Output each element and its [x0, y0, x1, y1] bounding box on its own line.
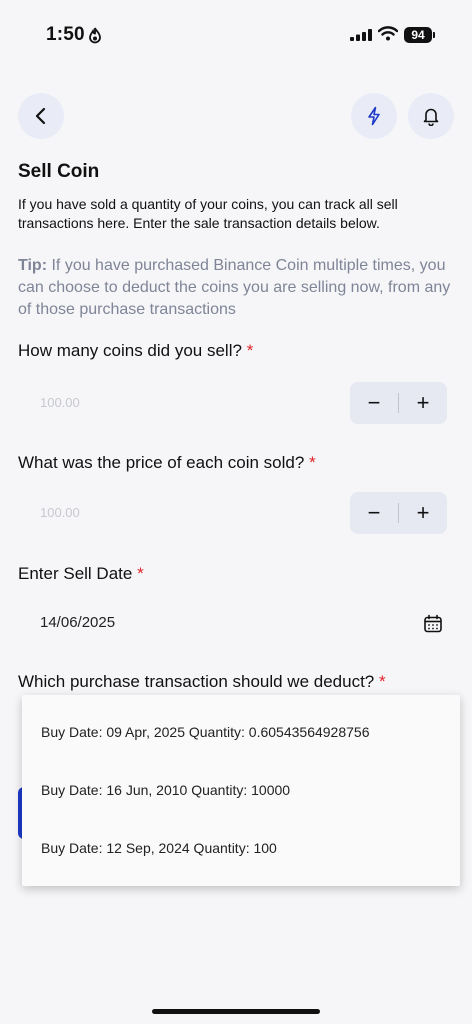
- quick-action-button[interactable]: [351, 93, 397, 139]
- notifications-button[interactable]: [408, 93, 454, 139]
- sell-date-label: Enter Sell Date *: [18, 564, 144, 584]
- wifi-icon: [378, 26, 398, 41]
- required-mark: *: [246, 341, 254, 360]
- back-icon: [35, 107, 46, 125]
- deduct-label-text: Which purchase transaction should we ded…: [18, 672, 375, 691]
- coins-decrement-button[interactable]: −: [350, 382, 398, 424]
- dropdown-option[interactable]: Buy Date: 09 Apr, 2025 Quantity: 0.60543…: [41, 724, 369, 740]
- coins-sold-label-text: How many coins did you sell?: [18, 341, 242, 360]
- bell-icon: [423, 108, 439, 126]
- home-indicator: [152, 1009, 320, 1014]
- coins-sold-label: How many coins did you sell? *: [18, 341, 253, 361]
- battery-indicator: 94: [404, 27, 432, 43]
- price-decrement-button[interactable]: −: [350, 492, 398, 534]
- status-bar: 1:50 94: [0, 0, 472, 70]
- deduct-label: Which purchase transaction should we ded…: [18, 672, 386, 692]
- sell-date-label-text: Enter Sell Date: [18, 564, 133, 583]
- calendar-icon[interactable]: [423, 614, 443, 634]
- battery-tip: [433, 32, 435, 38]
- purchase-transaction-dropdown: Buy Date: 09 Apr, 2025 Quantity: 0.60543…: [22, 695, 460, 886]
- price-label: What was the price of each coin sold? *: [18, 453, 316, 473]
- price-increment-button[interactable]: +: [399, 492, 447, 534]
- price-input[interactable]: 100.00: [18, 491, 338, 535]
- tip-text: Tip: If you have purchased Binance Coin …: [18, 255, 458, 321]
- dropdown-option[interactable]: Buy Date: 12 Sep, 2024 Quantity: 100: [41, 840, 277, 856]
- required-mark: *: [379, 672, 386, 691]
- bolt-icon: [368, 106, 380, 126]
- tip-label: Tip:: [18, 257, 48, 274]
- coins-stepper: − +: [350, 382, 447, 424]
- sell-date-input[interactable]: 14/06/2025: [40, 614, 115, 631]
- signal-icon: [350, 29, 372, 41]
- flame-icon: [89, 27, 101, 44]
- coins-increment-button[interactable]: +: [399, 382, 447, 424]
- price-stepper: − +: [350, 492, 447, 534]
- price-label-text: What was the price of each coin sold?: [18, 453, 305, 472]
- tip-body: If you have purchased Binance Coin multi…: [18, 257, 451, 318]
- back-button[interactable]: [18, 93, 64, 139]
- status-time: 1:50: [46, 24, 85, 45]
- page-title: Sell Coin: [18, 161, 100, 182]
- dropdown-option[interactable]: Buy Date: 16 Jun, 2010 Quantity: 10000: [41, 782, 290, 798]
- required-mark: *: [137, 564, 144, 583]
- required-mark: *: [309, 453, 316, 472]
- page-description: If you have sold a quantity of your coin…: [18, 196, 398, 231]
- coins-sold-input[interactable]: 100.00: [18, 381, 338, 425]
